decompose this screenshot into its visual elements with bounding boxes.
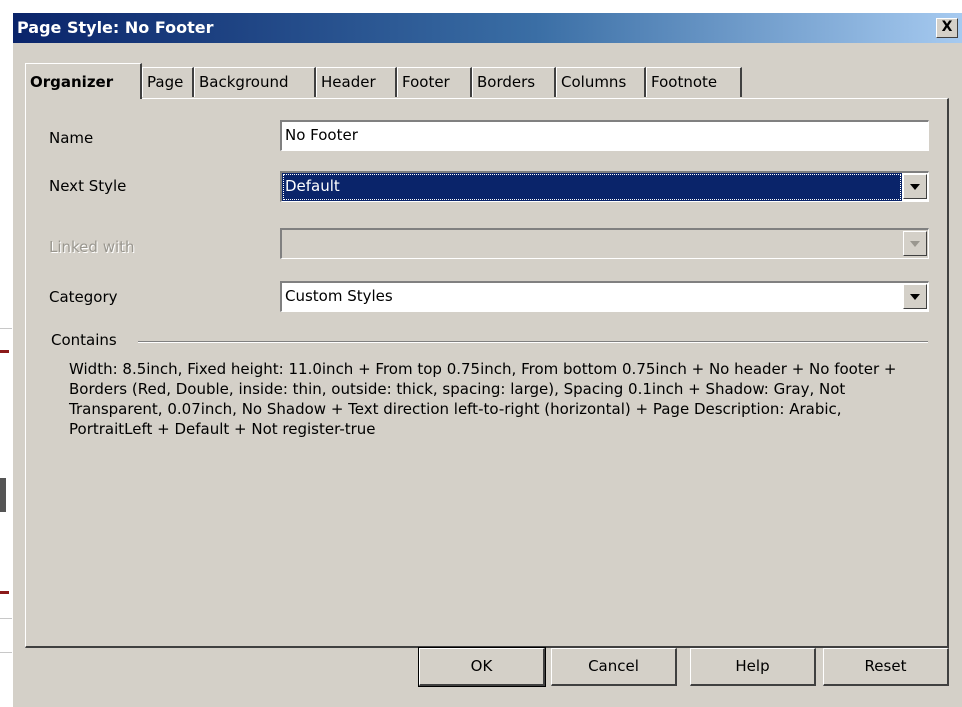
background-rule [0,652,12,653]
window-title: Page Style: No Footer [17,18,214,37]
reset-button[interactable]: Reset [823,648,949,686]
next-style-dropdown-button[interactable] [903,174,927,199]
contains-divider [138,341,928,343]
category-value: Custom Styles [285,287,393,305]
background-rule [0,618,12,619]
background-mark [0,350,9,353]
tab-footnote[interactable]: Footnote [646,67,742,97]
name-field[interactable]: No Footer [280,120,929,151]
contains-label: Contains [51,331,117,349]
name-value: No Footer [285,126,358,144]
linked-with-value [282,230,902,258]
background-mark [0,591,9,594]
background-document-edge [0,0,12,707]
tab-page[interactable]: Page [142,67,194,97]
help-button[interactable]: Help [690,648,816,686]
next-style-label: Next Style [49,177,127,195]
ok-button[interactable]: OK [418,647,546,687]
chevron-down-icon [910,184,920,190]
chevron-down-icon [910,241,920,247]
category-dropdown-button[interactable] [903,284,927,309]
linked-with-dropdown-button[interactable] [903,231,927,256]
next-style-value: Default [282,173,902,201]
tab-borders[interactable]: Borders [472,67,556,97]
next-style-select[interactable]: Default [280,171,929,202]
category-select[interactable]: Custom Styles [280,281,929,312]
linked-with-select[interactable] [280,228,929,259]
chevron-down-icon [910,294,920,300]
contains-description: Width: 8.5inch, Fixed height: 11.0inch +… [69,360,897,438]
linked-with-label: Linked with [49,238,135,256]
tab-header[interactable]: Header [316,67,397,97]
page-style-dialog: Page Style: No Footer X Organizer Page B… [12,12,962,707]
tab-footer[interactable]: Footer [397,67,472,97]
close-button[interactable]: X [936,18,958,38]
cancel-button[interactable]: Cancel [551,648,677,686]
tab-columns[interactable]: Columns [556,67,646,97]
category-label: Category [49,288,118,306]
close-icon: X [941,19,953,35]
background-block [0,478,6,512]
tab-organizer[interactable]: Organizer [25,63,142,99]
title-bar[interactable]: Page Style: No Footer X [13,13,962,43]
name-label: Name [49,129,94,147]
tab-background[interactable]: Background [194,67,316,97]
background-rule [0,328,12,329]
